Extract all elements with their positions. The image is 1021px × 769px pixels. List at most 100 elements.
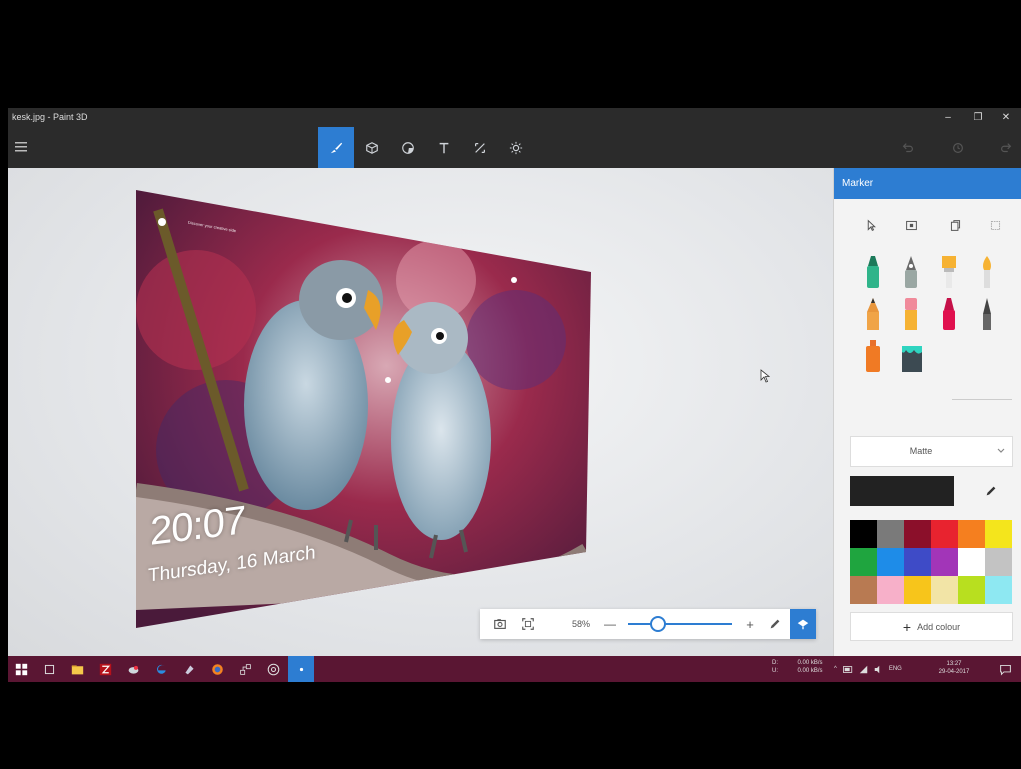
color-swatch[interactable] [931,548,958,576]
brush-oil[interactable] [934,253,964,291]
current-color-swatch[interactable] [850,476,954,506]
text-icon [439,142,449,153]
net-speeds: 0.00 kB/s 0.00 kB/s [792,659,828,675]
copy-button[interactable] [946,216,964,234]
brush-pencil[interactable] [858,295,888,333]
brush-eraser[interactable] [896,295,926,333]
plus-icon: + [902,618,912,635]
3d-view-button[interactable] [790,609,816,639]
restore-button[interactable]: ❐ [963,108,993,127]
watercolor-icon [983,256,991,288]
redo-button[interactable] [991,127,1021,168]
filezilla-icon [99,663,111,675]
bird-app-icon [128,665,138,674]
color-swatch[interactable] [877,520,904,548]
close-button[interactable]: ✕ [991,108,1021,127]
brush-crayon[interactable] [934,295,964,333]
paint3d-window: kesk.jpg - Paint 3D – ❐ ✕ Discover your … [8,108,1021,682]
pointer-icon [867,218,876,231]
tool-text[interactable] [426,127,462,168]
color-palette [850,520,1012,604]
taskbar-network-app[interactable] [232,656,258,682]
language-indicator[interactable]: ENG [889,666,902,672]
tool-brushes[interactable] [318,127,354,168]
zoom-slider-thumb[interactable] [650,616,667,632]
color-swatch[interactable] [904,576,931,604]
brush-calligraphy-pen[interactable] [896,253,926,291]
color-swatch[interactable] [904,520,931,548]
undo-button[interactable] [893,127,923,168]
canvas-icon [475,142,485,153]
network-icon[interactable] [859,665,868,674]
pixel-pen-icon [983,298,991,330]
zoom-out-button[interactable]: — [600,609,620,639]
tool-effects[interactable] [498,127,534,168]
pencil-brush-icon [867,298,879,330]
zoom-in-button[interactable]: + [740,609,760,639]
fit-view-button[interactable] [516,609,540,639]
snapshot-button[interactable] [488,609,512,639]
volume-icon[interactable] [874,665,883,674]
color-swatch[interactable] [904,548,931,576]
color-swatch[interactable] [877,576,904,604]
sticker-icon [402,141,414,154]
chevron-up-icon[interactable]: ^ [834,666,837,672]
zoom-level: 58% [571,619,590,629]
chrome-icon [267,663,279,675]
tool-stickers[interactable] [390,127,426,168]
clock[interactable]: 13:27 29-04-2017 [934,660,974,676]
taskbar-firefox[interactable] [204,656,230,682]
edit-mode-button[interactable] [764,609,786,639]
brush-marker[interactable] [858,253,888,291]
color-swatch[interactable] [985,548,1012,576]
drawing-canvas[interactable]: Discover your creative side 20:07 Thursd… [8,168,833,656]
tool-3d-objects[interactable] [354,127,390,168]
color-swatch[interactable] [850,548,877,576]
taskbar-chrome[interactable] [260,656,286,682]
minimize-button[interactable]: – [933,108,963,127]
resize-button[interactable] [986,216,1004,234]
taskbar-app-bird[interactable] [120,656,146,682]
tool-canvas[interactable] [462,127,498,168]
brush-types [834,249,1021,401]
color-swatch[interactable] [850,576,877,604]
taskbar-edge[interactable] [148,656,174,682]
task-view-button[interactable] [36,656,62,682]
taskbar-file-explorer[interactable] [64,656,90,682]
zoom-slider-track[interactable] [628,623,732,625]
crop-button[interactable] [902,216,920,234]
net-label-bottom: U: [772,668,778,674]
taskbar-filezilla[interactable] [92,656,118,682]
menu-icon[interactable] [14,139,30,155]
network-app-icon [239,663,251,675]
brush-spray-can[interactable] [858,337,888,375]
color-swatch[interactable] [985,520,1012,548]
history-button[interactable] [943,127,973,168]
color-swatch[interactable] [850,520,877,548]
brush-watercolor[interactable] [972,253,1002,291]
color-swatch[interactable] [958,548,985,576]
start-button[interactable] [8,656,34,682]
battery-icon[interactable] [842,665,853,673]
color-swatch[interactable] [958,520,985,548]
add-colour-button[interactable]: + Add colour [850,612,1013,641]
finish-value: Matte [909,446,933,456]
color-swatch[interactable] [985,576,1012,604]
pencil-icon [770,619,780,629]
crop-icon [905,220,917,230]
taskbar-app-paint[interactable] [176,656,202,682]
color-swatch[interactable] [931,576,958,604]
brush-pixel-pen[interactable] [972,295,1002,333]
taskbar-paint3d[interactable] [288,656,314,682]
action-center-button[interactable] [992,656,1018,682]
color-swatch[interactable] [931,520,958,548]
brush-fill[interactable] [896,337,926,375]
title-bar: kesk.jpg - Paint 3D – ❐ ✕ [8,108,1021,127]
select-button[interactable] [862,216,880,234]
paint-app-icon [184,664,194,674]
lockscreen-image[interactable]: Discover your creative side 20:07 Thursd… [136,190,591,630]
eyedropper-button[interactable] [972,476,1010,506]
color-swatch[interactable] [877,548,904,576]
finish-dropdown[interactable]: Matte [850,436,1013,467]
color-swatch[interactable] [958,576,985,604]
